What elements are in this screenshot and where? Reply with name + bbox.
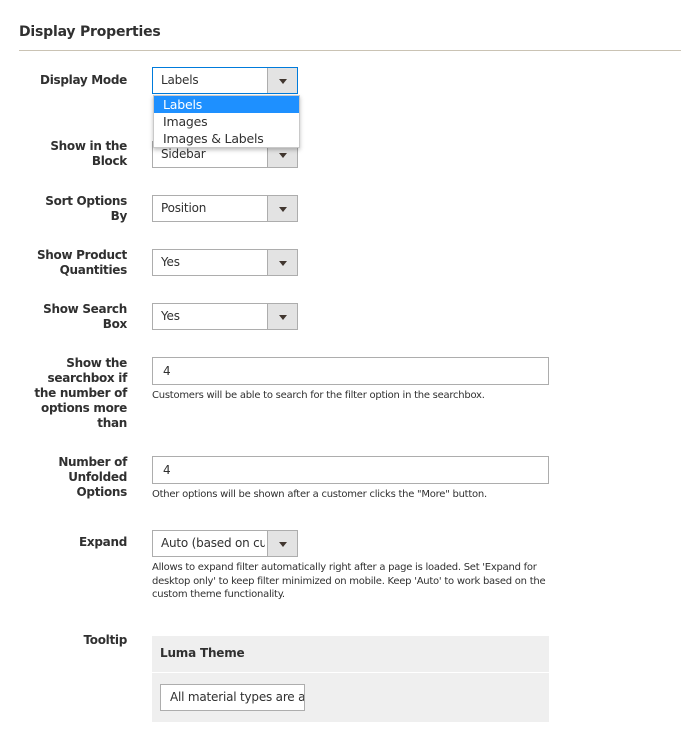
unfolded-options-note: Other options will be shown after a cust… [152,489,487,500]
dropdown-toggle[interactable] [267,68,297,93]
chevron-down-icon [279,153,287,158]
sort-options-by-label: Sort Options By [45,194,127,223]
chevron-down-icon [279,261,287,266]
dropdown-toggle[interactable] [267,196,297,221]
section-divider [19,50,681,51]
show-in-block-label: Show in the Block [50,139,127,168]
show-search-box-select[interactable]: Yes [152,303,298,330]
chevron-down-icon [279,315,287,320]
show-search-box-value: Yes [161,309,180,323]
store-view-title: Luma Theme [160,646,245,660]
searchbox-threshold-input[interactable]: 4 [152,357,549,385]
expand-select[interactable]: Auto (based on cus [152,530,298,557]
show-product-quantities-value: Yes [161,255,180,269]
unfolded-options-input[interactable]: 4 [152,456,549,484]
show-product-quantities-select[interactable]: Yes [152,249,298,276]
chevron-down-icon [279,79,287,84]
sort-options-by-select[interactable]: Position [152,195,298,222]
tooltip-input[interactable]: All material types are av [160,684,305,711]
show-search-box-label: Show Search Box [43,302,127,331]
display-mode-select[interactable]: Labels [152,67,298,94]
expand-label: Expand [79,535,127,549]
tooltip-store-panel: Luma Theme All material types are av [152,636,549,722]
dropdown-toggle[interactable] [267,531,297,556]
panel-divider [152,672,549,673]
searchbox-threshold-label: Show the searchbox if the number of opti… [34,356,127,430]
unfolded-options-label: Number of Unfolded Options [58,455,127,499]
display-mode-value: Labels [161,73,199,87]
searchbox-threshold-note: Customers will be able to search for the… [152,390,485,401]
option-labels[interactable]: Labels [154,96,299,113]
sort-options-by-value: Position [161,201,207,215]
show-product-quantities-label: Show Product Quantities [36,248,127,277]
expand-note: Allows to expand filter automatically ri… [152,562,546,600]
display-mode-options-list: Labels Images Images & Labels [153,95,300,148]
option-images[interactable]: Images [154,113,299,130]
chevron-down-icon [279,207,287,212]
chevron-down-icon [279,542,287,547]
option-images-and-labels[interactable]: Images & Labels [154,130,299,147]
dropdown-toggle[interactable] [267,304,297,329]
expand-value: Auto (based on cus [161,536,265,550]
display-mode-label: Display Mode [40,73,127,87]
dropdown-toggle[interactable] [267,250,297,275]
section-title: Display Properties [19,24,161,40]
tooltip-label: Tooltip [83,633,127,647]
